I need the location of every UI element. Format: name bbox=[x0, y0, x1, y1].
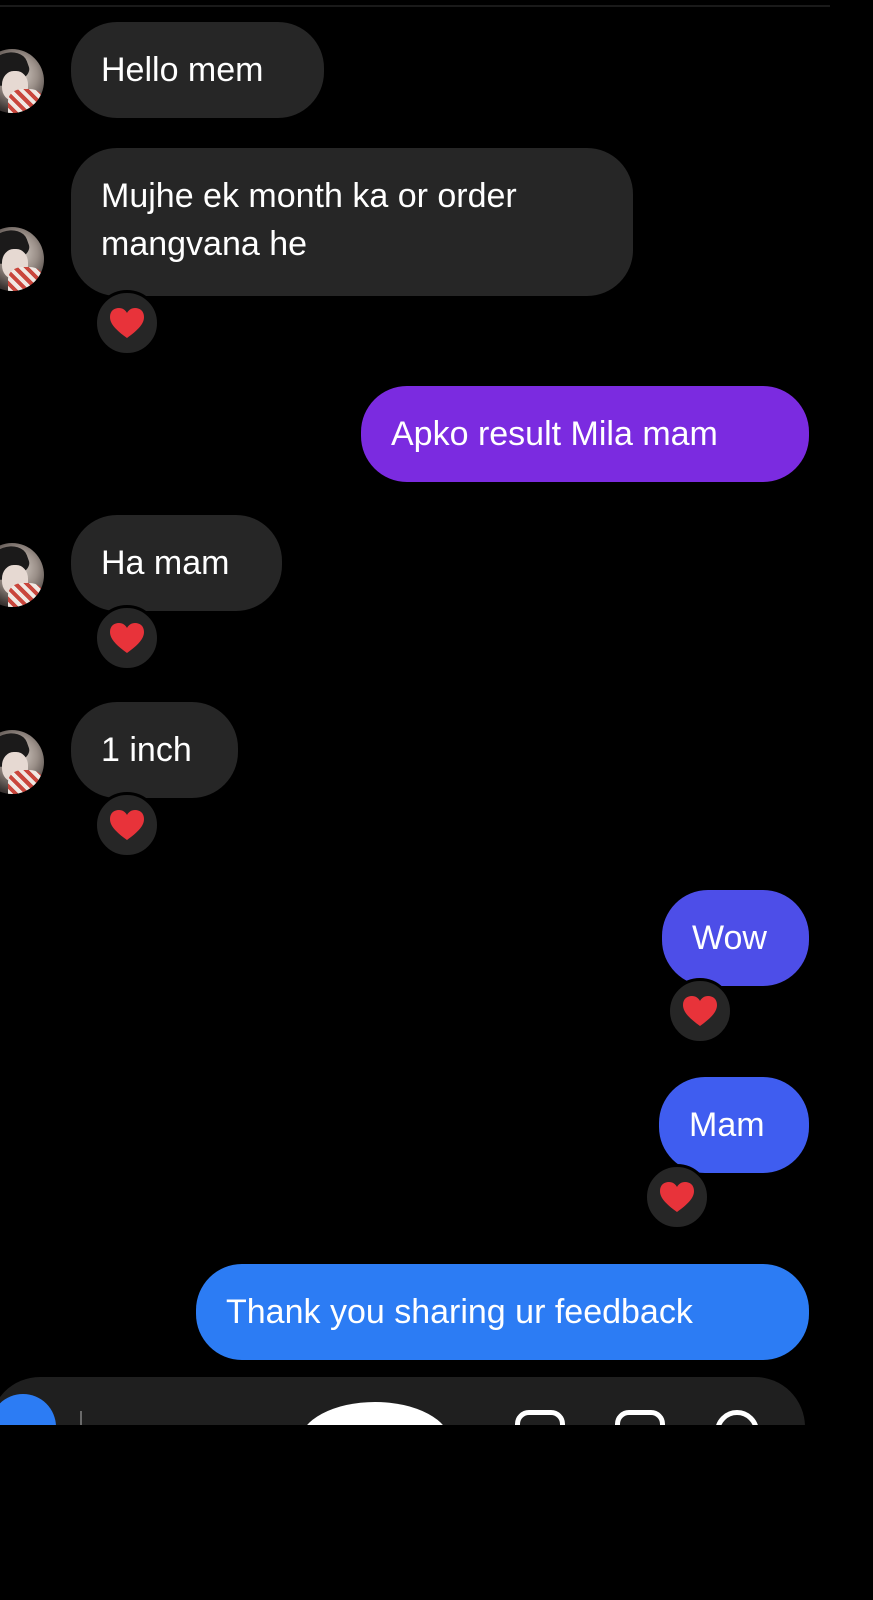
message-line: Mujhe ek month ka or order bbox=[101, 177, 517, 215]
contact-avatar[interactable] bbox=[0, 49, 44, 113]
message-text: Apko result Mila mam bbox=[391, 415, 718, 453]
incoming-message-bubble[interactable]: 1 inch bbox=[71, 702, 238, 798]
avatar-cloth bbox=[8, 583, 44, 607]
heart-icon bbox=[110, 623, 144, 653]
heart-icon bbox=[660, 1182, 694, 1212]
message-text: 1 inch bbox=[101, 731, 192, 769]
contact-avatar[interactable] bbox=[0, 543, 44, 607]
avatar-cloth bbox=[8, 770, 44, 794]
outgoing-message-bubble[interactable]: Wow bbox=[662, 890, 809, 986]
heart-icon bbox=[110, 308, 144, 338]
heart-reaction[interactable] bbox=[644, 1164, 710, 1230]
sticker-icon[interactable] bbox=[615, 1410, 665, 1425]
outgoing-message-bubble[interactable]: Thank you sharing ur feedback bbox=[196, 1264, 809, 1360]
incoming-message-bubble[interactable]: Hello mem bbox=[71, 22, 324, 118]
heart-reaction[interactable] bbox=[667, 978, 733, 1044]
message-line: mangvana he bbox=[101, 225, 308, 263]
composer-divider bbox=[80, 1411, 82, 1425]
outgoing-message-bubble[interactable]: Mam bbox=[659, 1077, 809, 1173]
avatar-cloth bbox=[8, 267, 44, 291]
outgoing-message-bubble[interactable]: Apko result Mila mam bbox=[361, 386, 809, 482]
contact-avatar[interactable] bbox=[0, 730, 44, 794]
composer-bar bbox=[0, 1377, 805, 1425]
incoming-message-bubble[interactable]: Ha mam bbox=[71, 515, 282, 611]
header-divider bbox=[0, 5, 830, 7]
avatar-cloth bbox=[8, 89, 44, 113]
gallery-icon[interactable] bbox=[515, 1410, 565, 1425]
message-text: Wow bbox=[692, 919, 767, 957]
message-text: Ha mam bbox=[101, 544, 230, 582]
message-text: Hello mem bbox=[101, 51, 264, 89]
message-text: Mam bbox=[689, 1106, 765, 1144]
heart-reaction[interactable] bbox=[94, 605, 160, 671]
contact-avatar[interactable] bbox=[0, 227, 44, 291]
message-text: Thank you sharing ur feedback bbox=[226, 1293, 693, 1331]
heart-reaction[interactable] bbox=[94, 290, 160, 356]
heart-icon bbox=[683, 996, 717, 1026]
incoming-message-bubble[interactable]: Mujhe ek month ka or order mangvana he bbox=[71, 148, 633, 296]
heart-icon bbox=[110, 810, 144, 840]
heart-reaction[interactable] bbox=[94, 792, 160, 858]
